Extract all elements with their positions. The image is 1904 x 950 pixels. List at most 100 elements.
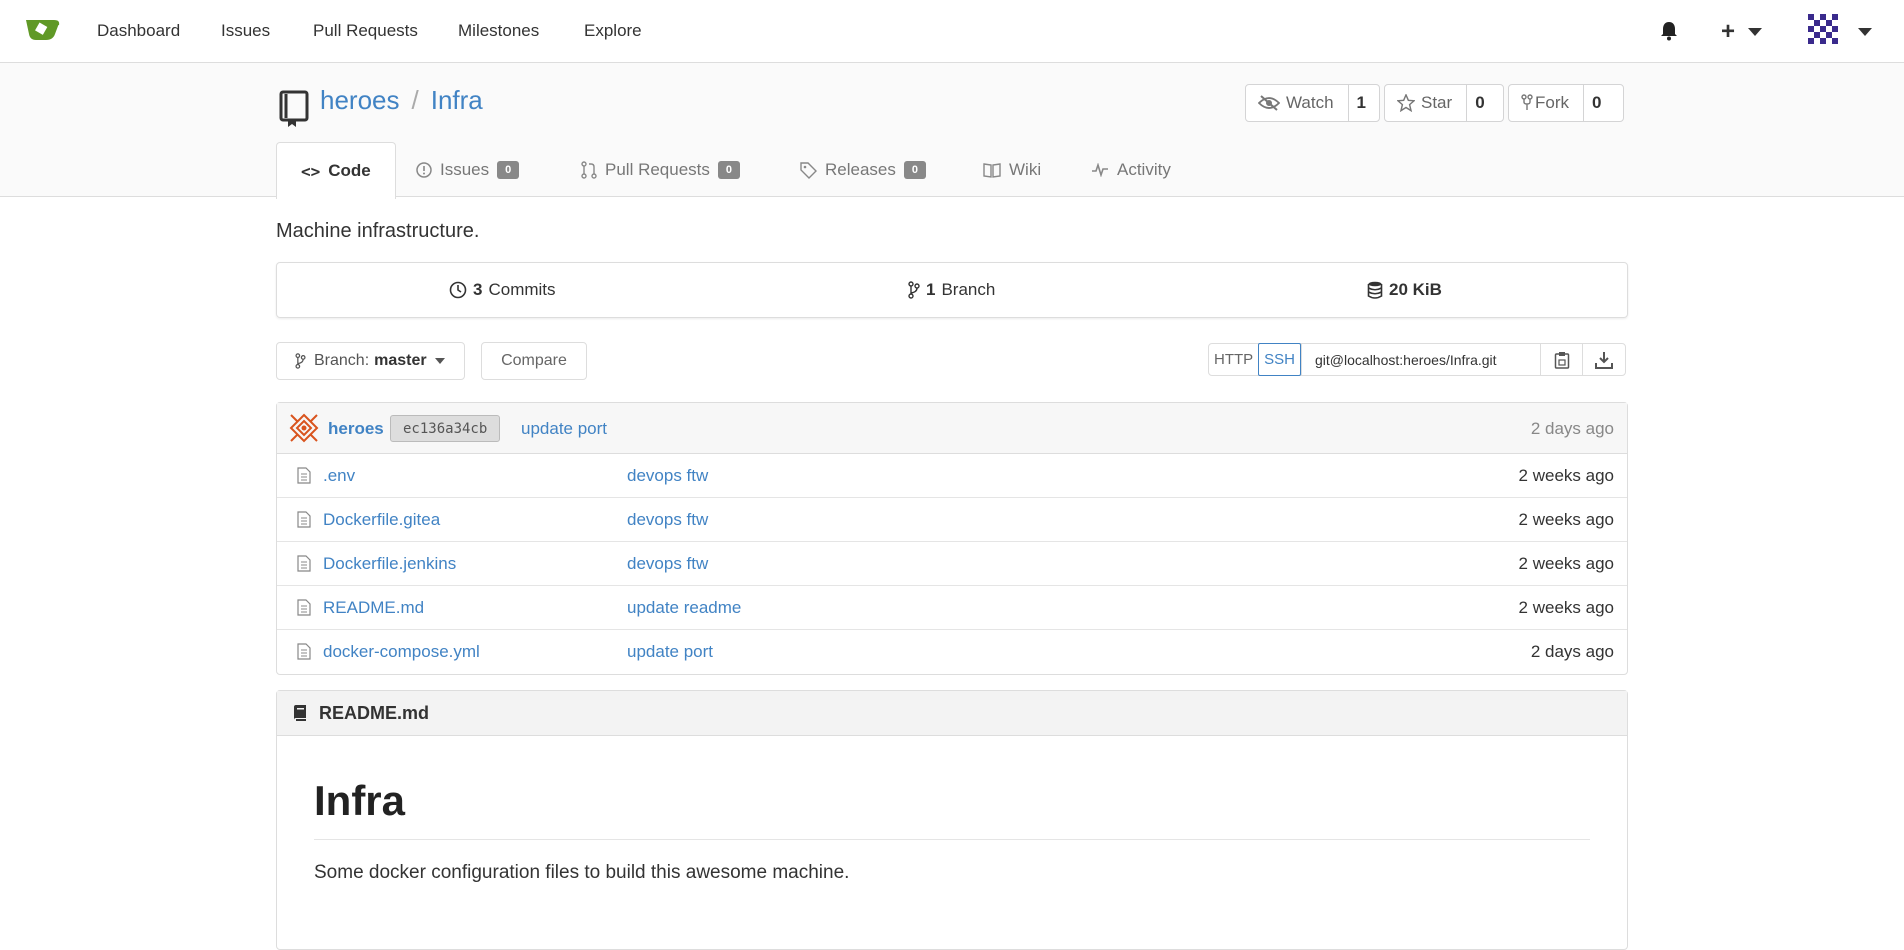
repo-name-link[interactable]: Infra [431, 85, 483, 115]
commits-stat[interactable]: 3 Commits [449, 280, 556, 300]
commit-time: 2 days ago [1530, 419, 1614, 438]
pulse-icon [1092, 163, 1108, 177]
star-count[interactable]: 0 [1467, 85, 1492, 121]
avatar[interactable] [1808, 14, 1838, 44]
file-commit-message[interactable]: update port [627, 642, 713, 662]
file-commit-message[interactable]: update readme [627, 598, 741, 618]
author-avatar[interactable] [289, 413, 319, 443]
tab-code[interactable]: <> Code [276, 142, 396, 199]
file-time: 2 days ago [1530, 642, 1614, 661]
table-row: docker-compose.yml update port 2 days ag… [277, 630, 1627, 674]
readme-body: Some docker configuration files to build… [314, 862, 850, 883]
repo-title-separator: / [411, 85, 419, 115]
repo-size: 20 KiB [1389, 280, 1442, 299]
watch-count[interactable]: 1 [1349, 85, 1374, 121]
commit-message[interactable]: update port [521, 419, 607, 439]
table-row: Dockerfile.jenkins devops ftw 2 weeks ag… [277, 542, 1627, 586]
commit-sha[interactable]: ec136a34cb [390, 415, 501, 442]
file-commit-message[interactable]: devops ftw [627, 510, 708, 530]
gitea-logo-icon[interactable] [24, 14, 60, 44]
chevron-down-icon[interactable] [1858, 28, 1872, 36]
clone-http-button[interactable]: HTTP [1209, 344, 1258, 375]
file-table: heroes ec136a34cb update port 2 days ago… [276, 402, 1628, 675]
database-icon [1367, 281, 1383, 299]
repo-owner-link[interactable]: heroes [320, 85, 400, 115]
repo-book-icon [279, 90, 309, 127]
fork-button-group: Fork 0 [1508, 84, 1624, 122]
readme-header: README.md [277, 691, 1627, 736]
top-navbar: Dashboard Issues Pull Requests Milestone… [0, 0, 1904, 63]
wiki-book-icon [983, 162, 1001, 178]
nav-issues[interactable]: Issues [221, 21, 270, 41]
file-commit-message[interactable]: devops ftw [627, 466, 708, 486]
table-row: Dockerfile.gitea devops ftw 2 weeks ago [277, 498, 1627, 542]
star-button-group: Star 0 [1384, 84, 1504, 122]
table-row: README.md update readme 2 weeks ago [277, 586, 1627, 630]
branch-icon [295, 353, 306, 369]
file-name[interactable]: Dockerfile.jenkins [323, 554, 456, 574]
file-icon [297, 467, 311, 484]
fork-button[interactable]: Fork [1509, 85, 1584, 121]
commit-author[interactable]: heroes [328, 419, 384, 439]
size-stat: 20 KiB [1367, 280, 1442, 300]
clipboard-icon [1554, 351, 1569, 369]
file-name[interactable]: Dockerfile.gitea [323, 510, 440, 530]
file-icon [297, 511, 311, 528]
chevron-down-icon [434, 358, 445, 364]
compare-button[interactable]: Compare [481, 342, 587, 380]
nav-milestones[interactable]: Milestones [458, 21, 539, 41]
tab-releases-label: Releases [825, 160, 896, 179]
tab-pull-requests[interactable]: Pull Requests 0 [581, 142, 741, 198]
tab-activity[interactable]: Activity [1091, 142, 1171, 198]
file-name[interactable]: .env [323, 466, 355, 486]
bell-icon[interactable] [1660, 21, 1678, 41]
fork-count[interactable]: 0 [1584, 85, 1609, 121]
copy-url-button[interactable] [1541, 344, 1584, 375]
clone-panel: HTTP SSH git@localhost:heroes/Infra.git [1208, 343, 1627, 376]
tab-issues[interactable]: Issues 0 [416, 142, 520, 198]
file-time: 2 weeks ago [1518, 598, 1614, 617]
clone-ssh-button[interactable]: SSH [1258, 343, 1302, 376]
readme-heading: Infra [314, 777, 406, 824]
file-name[interactable]: docker-compose.yml [323, 642, 480, 662]
branches-count: 1 [926, 280, 936, 299]
file-commit-message[interactable]: devops ftw [627, 554, 708, 574]
branch-name: master [374, 352, 427, 369]
star-label: Star [1421, 93, 1453, 112]
branch-icon [908, 281, 920, 299]
watch-button[interactable]: Watch [1246, 85, 1349, 121]
branch-selector[interactable]: Branch: master [276, 342, 465, 380]
commits-count: 3 [473, 280, 483, 299]
nav-explore[interactable]: Explore [584, 21, 642, 41]
tab-releases[interactable]: Releases 0 [800, 142, 926, 198]
star-button[interactable]: Star [1385, 85, 1468, 121]
nav-dashboard[interactable]: Dashboard [97, 21, 180, 41]
file-icon [297, 599, 311, 616]
watch-label: Watch [1286, 93, 1334, 112]
file-icon [297, 555, 311, 572]
plus-icon[interactable]: + [1721, 18, 1735, 46]
branches-stat[interactable]: 1 Branch [908, 280, 995, 300]
code-icon: <> [301, 161, 321, 181]
watch-button-group: Watch 1 [1245, 84, 1380, 122]
readme-divider [314, 839, 1590, 840]
fork-icon [1521, 94, 1533, 110]
pull-request-icon [581, 161, 597, 179]
tag-icon [800, 161, 817, 179]
tab-wiki[interactable]: Wiki [983, 142, 1041, 198]
table-row: .env devops ftw 2 weeks ago [277, 454, 1627, 498]
clone-url-input[interactable]: git@localhost:heroes/Infra.git [1301, 344, 1542, 375]
star-icon [1397, 94, 1415, 112]
chevron-down-icon[interactable] [1748, 28, 1762, 36]
download-button[interactable] [1583, 344, 1625, 375]
repo-description: Machine infrastructure. [276, 220, 480, 242]
book-icon [294, 705, 306, 721]
history-icon [449, 281, 467, 299]
branches-label: Branch [941, 280, 996, 299]
file-time: 2 weeks ago [1518, 510, 1614, 529]
nav-pull-requests[interactable]: Pull Requests [313, 21, 418, 41]
tab-issues-label: Issues [440, 160, 490, 179]
file-time: 2 weeks ago [1518, 466, 1614, 485]
file-name[interactable]: README.md [323, 598, 424, 618]
tab-wiki-label: Wiki [1009, 160, 1042, 179]
